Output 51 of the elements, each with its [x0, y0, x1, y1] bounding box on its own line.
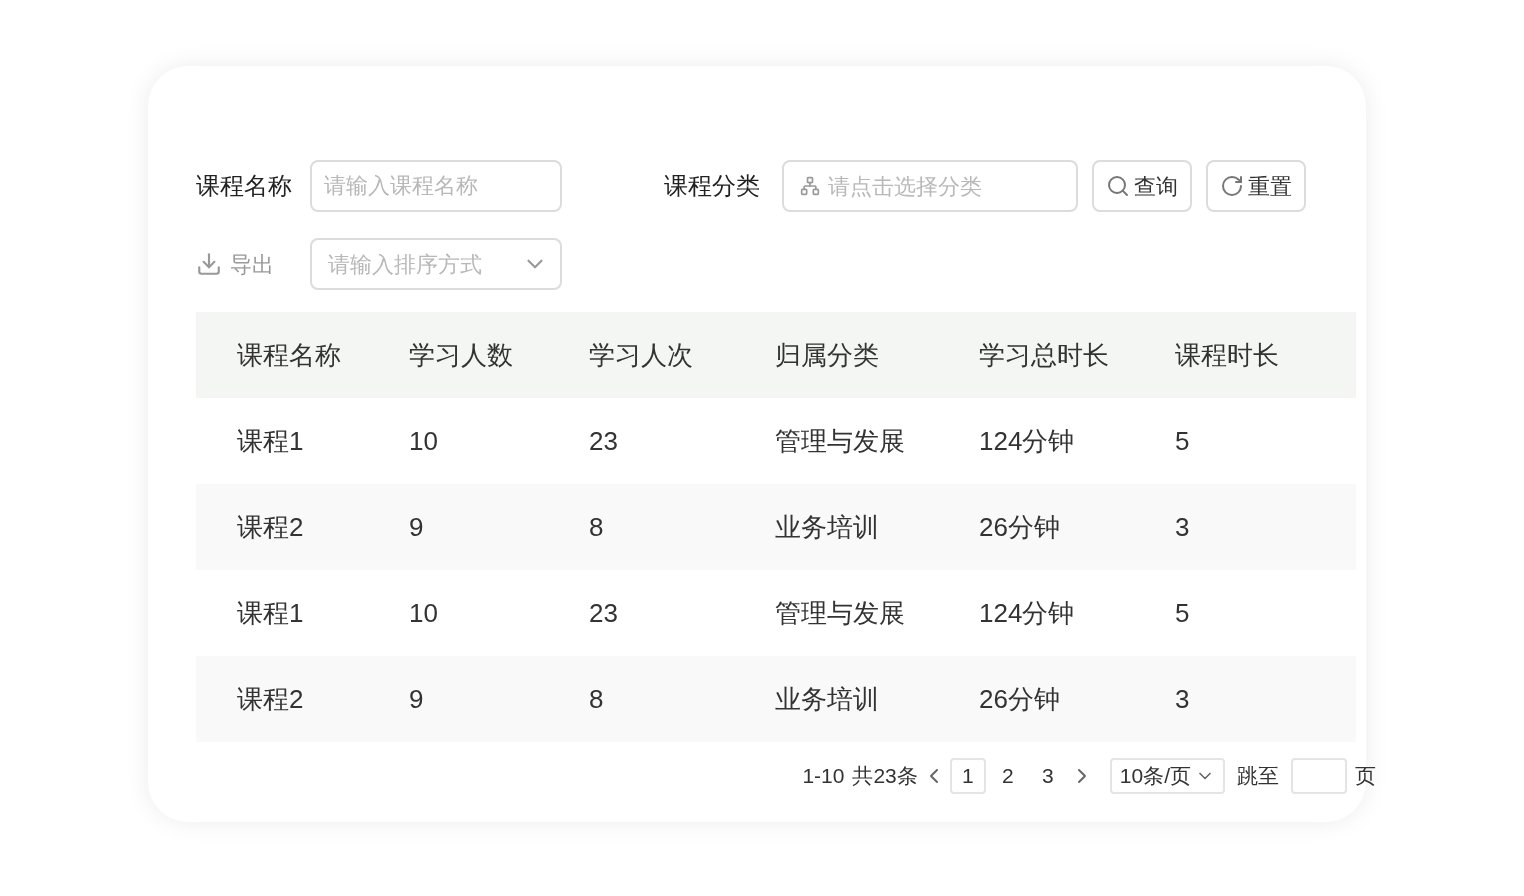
column-header: 学习人次: [589, 339, 693, 370]
table-cell: 9: [409, 683, 424, 714]
table-cell: 3: [1175, 511, 1190, 542]
column-header: 归属分类: [775, 339, 879, 370]
page-button[interactable]: 3: [1029, 758, 1066, 794]
table-cell: 124分钟: [979, 597, 1075, 628]
table-cell: 23: [589, 597, 618, 628]
page-jump-input[interactable]: [1291, 758, 1347, 794]
table-cell: 业务培训: [775, 683, 879, 714]
table-cell: 26分钟: [979, 683, 1060, 714]
table-cell: 5: [1175, 425, 1190, 456]
table-cell: 课程1: [237, 425, 304, 456]
page-size-value: 10条/页: [1119, 763, 1191, 790]
sort-placeholder: 请输入排序方式: [328, 250, 482, 279]
hierarchy-icon: [800, 176, 820, 196]
table-cell: 23: [589, 425, 618, 456]
table-cell: 管理与发展: [775, 597, 905, 628]
table-cell: 课程1: [237, 597, 304, 628]
table-cell: 9: [409, 511, 424, 542]
refresh-icon: [1220, 174, 1244, 198]
reset-button[interactable]: 重置: [1206, 160, 1306, 212]
column-header: 课程时长: [1175, 339, 1279, 370]
table-cell: 课程2: [237, 511, 304, 542]
download-icon: [196, 251, 222, 277]
page-button[interactable]: 2: [989, 758, 1026, 794]
table-cell: 8: [589, 511, 604, 542]
page-button[interactable]: 1: [949, 758, 986, 794]
column-header: 学习人数: [409, 339, 513, 370]
search-button[interactable]: 查询: [1092, 160, 1192, 212]
pagination-range: 1-10: [802, 763, 845, 790]
page-unit-label: 页: [1355, 763, 1376, 790]
table-cell: 课程2: [237, 683, 304, 714]
table-cell: 管理与发展: [775, 425, 905, 456]
table-cell: 10: [409, 425, 438, 456]
pagination-total: 共23条: [852, 763, 918, 790]
table-cell: 124分钟: [979, 425, 1075, 456]
column-header: 学习总时长: [979, 339, 1109, 370]
filter-label: 课程分类: [664, 171, 761, 201]
filter-label: 课程名称: [196, 171, 293, 201]
table-cell: 业务培训: [775, 511, 879, 542]
table-cell: 8: [589, 683, 604, 714]
page-size-select[interactable]: 10条/页: [1109, 758, 1225, 794]
search-icon: [1106, 174, 1130, 198]
jump-label: 跳至: [1237, 763, 1279, 790]
table-cell: 10: [409, 597, 438, 628]
table-cell: 5: [1175, 597, 1190, 628]
column-header: 课程名称: [237, 339, 341, 370]
table-cell: 26分钟: [979, 511, 1060, 542]
table-cell: 3: [1175, 683, 1190, 714]
course-name-input[interactable]: 请输入课程名称: [310, 160, 562, 212]
category-placeholder: 请点击选择分类: [828, 172, 982, 201]
